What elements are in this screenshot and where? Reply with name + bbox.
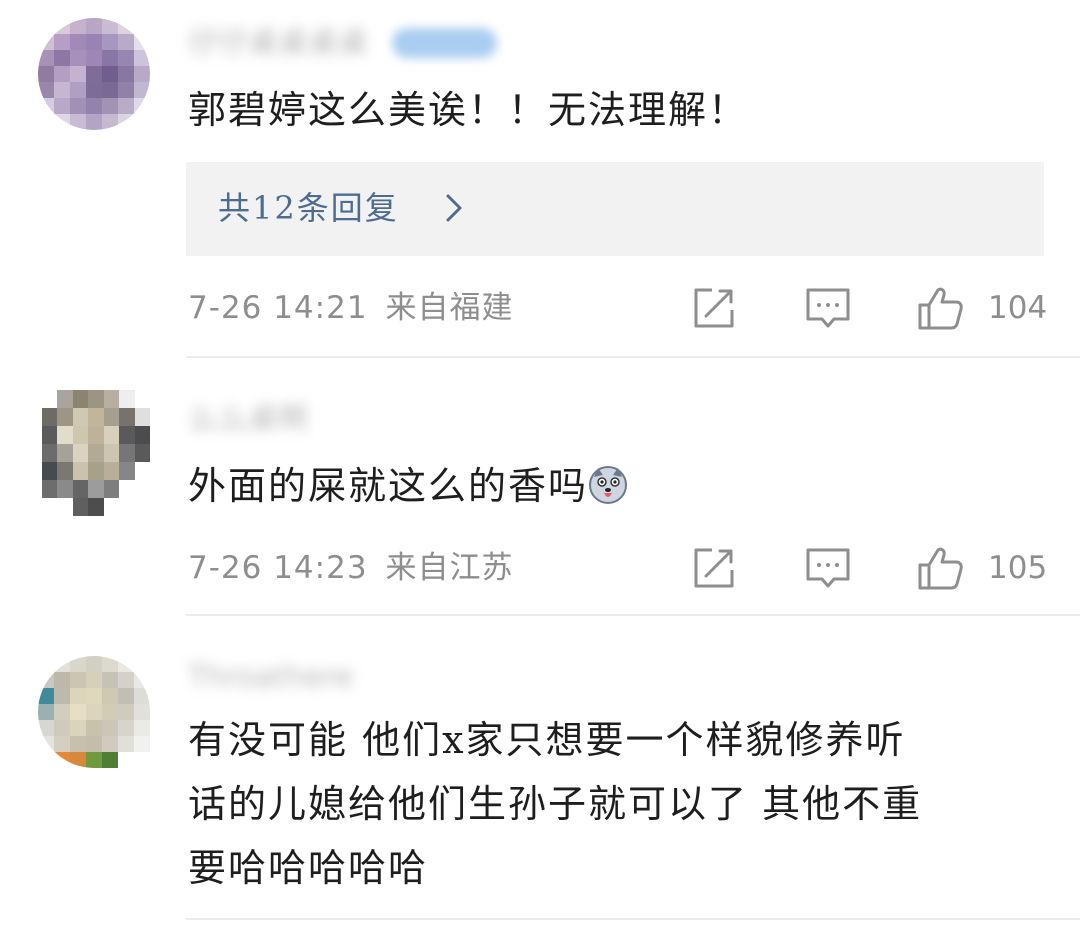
avatar[interactable] — [42, 390, 150, 516]
reply-summary[interactable]: 共12条回复 — [186, 162, 1044, 256]
like-icon[interactable] — [916, 544, 964, 592]
like-icon[interactable] — [916, 284, 964, 332]
avatar-2-pixelated-icon — [42, 390, 150, 516]
comment-text-line: 要哈哈哈哈哈 — [188, 846, 429, 890]
reply-count-link[interactable]: 共12条回复 — [218, 186, 399, 230]
timestamp: 7-26 14:21 — [188, 290, 368, 326]
divider — [186, 356, 1080, 358]
divider — [186, 614, 1080, 616]
dog-emoji-icon — [589, 466, 628, 504]
comment-text-line: 话的儿媳给他们生孙子就可以了 其他不重 — [188, 782, 923, 826]
comment-text: 外面的屎就这么的香吗 — [188, 458, 628, 514]
username[interactable]: 么么桌啊 — [188, 400, 308, 440]
verified-badge — [392, 28, 497, 58]
comment-meta: 7-26 14:23 来自江苏 — [188, 546, 514, 590]
comment-meta: 7-26 14:21 来自福建 — [188, 286, 514, 330]
username[interactable]: Throathere — [188, 658, 353, 698]
comment-item: 么么桌啊 外面的屎就这么的香吗 7-26 14:23 来自江苏 105 — [0, 360, 1080, 618]
chevron-right-icon — [446, 194, 462, 222]
like-count: 104 — [988, 290, 1048, 326]
timestamp: 7-26 14:23 — [188, 550, 368, 586]
comment-icon[interactable] — [804, 284, 852, 332]
comment-text: 郭碧婷这么美诶！！无法理解！ — [188, 88, 749, 132]
avatar[interactable] — [38, 656, 150, 768]
comment-item: 仔仔桌桌桌桌 郭碧婷这么美诶！！无法理解！ 共12条回复 7-26 14:21 来… — [0, 0, 1080, 360]
location: 来自福建 — [385, 290, 514, 326]
avatar-1-pixelated-icon — [38, 18, 150, 130]
avatar[interactable] — [38, 18, 150, 130]
location: 来自江苏 — [385, 550, 514, 586]
comment-text-line: 有没可能 他们x家只想要一个样貌修养听 — [188, 718, 906, 762]
share-icon[interactable] — [690, 544, 738, 592]
like-count: 105 — [988, 550, 1048, 586]
avatar-3-pixelated-icon — [38, 656, 150, 768]
share-icon[interactable] — [690, 284, 738, 332]
comment-text-content: 外面的屎就这么的香吗 — [188, 464, 589, 508]
comment-item: Throathere 有没可能 他们x家只想要一个样貌修养听 话的儿媳给他们生孙… — [0, 618, 1080, 925]
username[interactable]: 仔仔桌桌桌桌 — [188, 24, 368, 64]
divider — [186, 918, 1080, 920]
comment-icon[interactable] — [804, 544, 852, 592]
